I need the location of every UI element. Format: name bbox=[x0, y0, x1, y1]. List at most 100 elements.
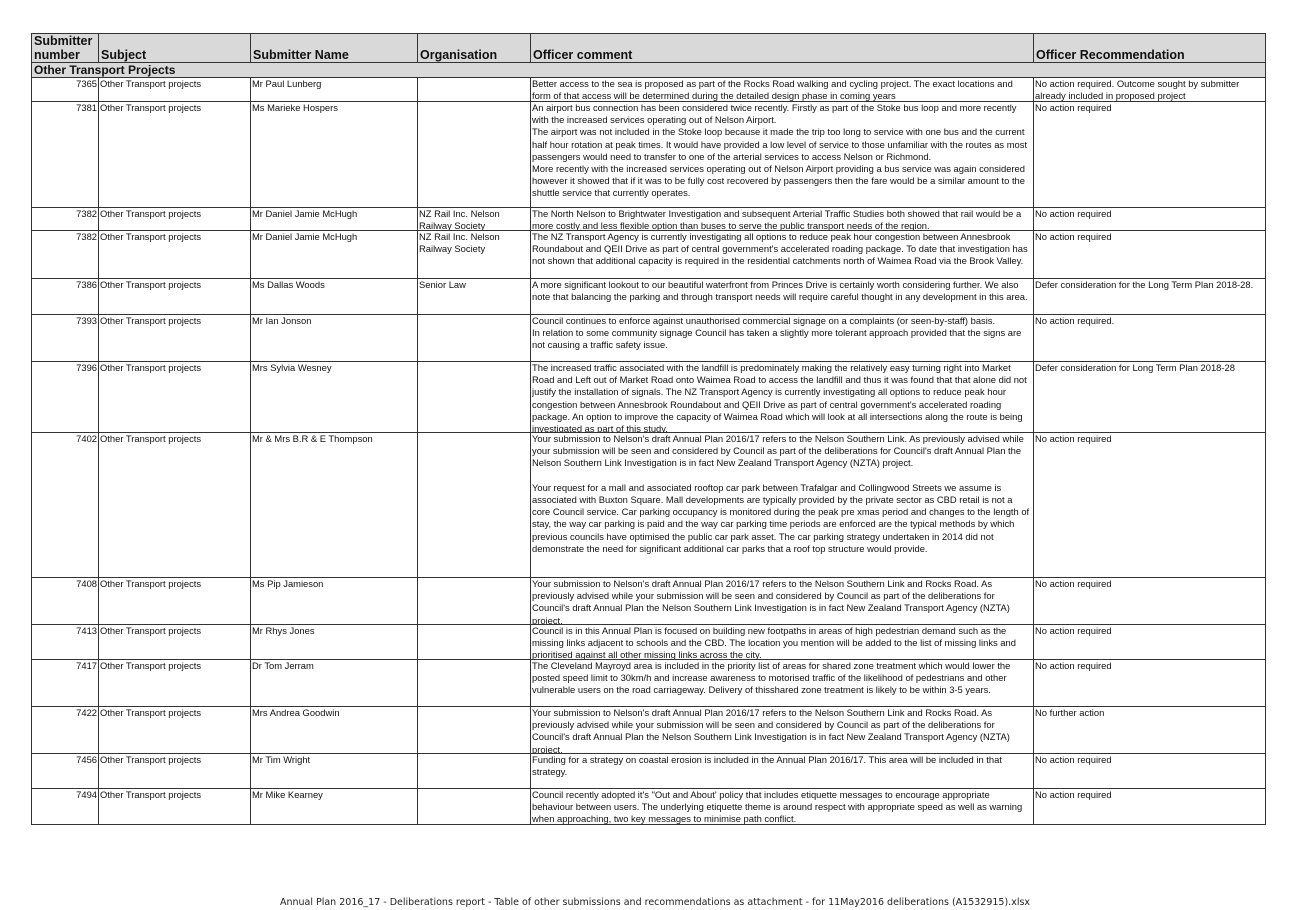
submitter-name-cell[interactable]: Mrs Sylvia Wesney bbox=[250, 361, 418, 433]
organisation-cell[interactable] bbox=[417, 753, 531, 789]
submitter-number-cell[interactable]: 7402 bbox=[31, 432, 99, 578]
officer-comment-cell[interactable]: Your submission to Nelson's draft Annual… bbox=[530, 432, 1034, 578]
submitter-name-cell[interactable]: Ms Pip Jamieson bbox=[250, 577, 418, 625]
subject-cell[interactable]: Other Transport projects bbox=[98, 659, 251, 707]
officer-comment-cell[interactable]: The increased traffic associated with th… bbox=[530, 361, 1034, 433]
submitter-name-cell[interactable]: Mrs Andrea Goodwin bbox=[250, 706, 418, 754]
officer-comment-cell[interactable]: The Cleveland Mayroyd area is included i… bbox=[530, 659, 1034, 707]
submitter-name-cell[interactable]: Mr Tim Wright bbox=[250, 753, 418, 789]
officer-comment-cell[interactable]: Your submission to Nelson's draft Annual… bbox=[530, 577, 1034, 625]
organisation-cell[interactable]: NZ Rail Inc. Nelson Railway Society bbox=[417, 230, 531, 279]
officer-comment-cell[interactable]: Council recently adopted it's "Out and A… bbox=[530, 788, 1034, 825]
officer-recommendation-cell[interactable]: No action required bbox=[1033, 230, 1266, 279]
organisation-cell[interactable] bbox=[417, 101, 531, 208]
officer-recommendation-cell[interactable]: No further action bbox=[1033, 706, 1266, 754]
officer-comment-cell[interactable]: Council continues to enforce against una… bbox=[530, 314, 1034, 362]
subject-cell[interactable]: Other Transport projects bbox=[98, 77, 251, 102]
submitter-number-cell[interactable]: 7456 bbox=[31, 753, 99, 789]
header-submitter-number: Submitter number bbox=[31, 33, 99, 63]
subject-cell[interactable]: Other Transport projects bbox=[98, 432, 251, 578]
subject-cell[interactable]: Other Transport projects bbox=[98, 706, 251, 754]
submitter-number-cell[interactable]: 7417 bbox=[31, 659, 99, 707]
organisation-cell[interactable] bbox=[417, 706, 531, 754]
submitter-name-cell[interactable]: Dr Tom Jerram bbox=[250, 659, 418, 707]
table-row: 7381 Other Transport projects Ms Marieke H… bbox=[31, 101, 1266, 208]
organisation-cell[interactable] bbox=[417, 361, 531, 433]
table-row: 7494 Other Transport projects Mr Mike Kear… bbox=[31, 788, 1266, 825]
submitter-name-cell[interactable]: Mr Ian Jonson bbox=[250, 314, 418, 362]
organisation-cell[interactable] bbox=[417, 314, 531, 362]
table-row: 7365 Other Transport projects Mr Paul Lunb… bbox=[31, 77, 1266, 102]
organisation-cell[interactable] bbox=[417, 788, 531, 825]
header-officer-comment: Officer comment bbox=[530, 33, 1034, 63]
header-subject: Subject bbox=[98, 33, 251, 63]
organisation-cell[interactable]: Senior Law bbox=[417, 278, 531, 315]
subject-cell[interactable]: Other Transport projects bbox=[98, 278, 251, 315]
submitter-number-cell[interactable]: 7413 bbox=[31, 624, 99, 660]
submitter-number-cell[interactable]: 7386 bbox=[31, 278, 99, 315]
subject-cell[interactable]: Other Transport projects bbox=[98, 577, 251, 625]
submitter-name-cell[interactable]: Mr Daniel Jamie McHugh bbox=[250, 230, 418, 279]
submitter-number-cell[interactable]: 7365 bbox=[31, 77, 99, 102]
officer-recommendation-cell[interactable]: No action required bbox=[1033, 207, 1266, 231]
submitter-name-cell[interactable]: Mr & Mrs B.R & E Thompson bbox=[250, 432, 418, 578]
submitter-number-cell[interactable]: 7381 bbox=[31, 101, 99, 208]
submitter-name-cell[interactable]: Mr Mike Kearney bbox=[250, 788, 418, 825]
submitter-number-cell[interactable]: 7396 bbox=[31, 361, 99, 433]
officer-recommendation-cell[interactable]: Defer consideration for the Long Term Pl… bbox=[1033, 278, 1266, 315]
header-officer-recommendation: Officer Recommendation bbox=[1033, 33, 1266, 63]
section-row: Other Transport Projects bbox=[31, 62, 1266, 78]
organisation-cell[interactable] bbox=[417, 577, 531, 625]
subject-cell[interactable]: Other Transport projects bbox=[98, 314, 251, 362]
subject-cell[interactable]: Other Transport projects bbox=[98, 207, 251, 231]
officer-comment-cell[interactable]: Funding for a strategy on coastal erosio… bbox=[530, 753, 1034, 789]
officer-recommendation-cell[interactable]: No action required bbox=[1033, 788, 1266, 825]
officer-recommendation-cell[interactable]: Defer consideration for Long Term Plan 2… bbox=[1033, 361, 1266, 433]
submitter-number-cell[interactable]: 7422 bbox=[31, 706, 99, 754]
table-row: 7393 Other Transport projects Mr Ian Jonso… bbox=[31, 314, 1266, 362]
organisation-cell[interactable] bbox=[417, 432, 531, 578]
submitter-name-cell[interactable]: Mr Rhys Jones bbox=[250, 624, 418, 660]
officer-comment-cell[interactable]: Your submission to Nelson's draft Annual… bbox=[530, 706, 1034, 754]
subject-cell[interactable]: Other Transport projects bbox=[98, 788, 251, 825]
subject-cell[interactable]: Other Transport projects bbox=[98, 101, 251, 208]
officer-comment-cell[interactable]: An airport bus connection has been consi… bbox=[530, 101, 1034, 208]
submitter-number-cell[interactable]: 7382 bbox=[31, 207, 99, 231]
submitter-name-cell[interactable]: Ms Dallas Woods bbox=[250, 278, 418, 315]
officer-comment-cell[interactable]: Council is in this Annual Plan is focuse… bbox=[530, 624, 1034, 660]
officer-recommendation-cell[interactable]: No action required bbox=[1033, 101, 1266, 208]
submitter-number-cell[interactable]: 7382 bbox=[31, 230, 99, 279]
header-submitter-name: Submitter Name bbox=[250, 33, 418, 63]
officer-recommendation-cell[interactable]: No action required bbox=[1033, 432, 1266, 578]
page-footer: Annual Plan 2016_17 - Deliberations repo… bbox=[279, 897, 1031, 908]
officer-recommendation-cell[interactable]: No action required bbox=[1033, 577, 1266, 625]
table-row: 7422 Other Transport projects Mrs Andrea G… bbox=[31, 706, 1266, 754]
officer-comment-cell[interactable]: Better access to the sea is proposed as … bbox=[530, 77, 1034, 102]
officer-recommendation-cell[interactable]: No action required bbox=[1033, 659, 1266, 707]
submitter-name-cell[interactable]: Ms Marieke Hospers bbox=[250, 101, 418, 208]
subject-cell[interactable]: Other Transport projects bbox=[98, 361, 251, 433]
submitter-name-cell[interactable]: Mr Daniel Jamie McHugh bbox=[250, 207, 418, 231]
officer-recommendation-cell[interactable]: No action required. Outcome sought by su… bbox=[1033, 77, 1266, 102]
subject-cell[interactable]: Other Transport projects bbox=[98, 230, 251, 279]
organisation-cell[interactable] bbox=[417, 659, 531, 707]
table-row: 7396 Other Transport projects Mrs Sylvia W… bbox=[31, 361, 1266, 433]
submitter-name-cell[interactable]: Mr Paul Lunberg bbox=[250, 77, 418, 102]
organisation-cell[interactable] bbox=[417, 77, 531, 102]
submitter-number-cell[interactable]: 7393 bbox=[31, 314, 99, 362]
subject-cell[interactable]: Other Transport projects bbox=[98, 624, 251, 660]
subject-cell[interactable]: Other Transport projects bbox=[98, 753, 251, 789]
submitter-number-cell[interactable]: 7494 bbox=[31, 788, 99, 825]
submitter-number-cell[interactable]: 7408 bbox=[31, 577, 99, 625]
officer-comment-cell[interactable]: The NZ Transport Agency is currently inv… bbox=[530, 230, 1034, 279]
officer-recommendation-cell[interactable]: No action required. bbox=[1033, 314, 1266, 362]
officer-comment-cell[interactable]: The North Nelson to Brightwater Investig… bbox=[530, 207, 1034, 231]
table-row: 7386 Other Transport projects Ms Dallas Wo… bbox=[31, 278, 1266, 315]
officer-recommendation-cell[interactable]: No action required bbox=[1033, 753, 1266, 789]
officer-recommendation-cell[interactable]: No action required bbox=[1033, 624, 1266, 660]
organisation-cell[interactable] bbox=[417, 624, 531, 660]
officer-comment-cell[interactable]: A more significant lookout to our beauti… bbox=[530, 278, 1034, 315]
organisation-cell[interactable]: NZ Rail Inc. Nelson Railway Society bbox=[417, 207, 531, 231]
submissions-table: Submitter number Subject Submitter Name … bbox=[31, 33, 1266, 825]
table-row: 7382 Other Transport projects Mr Daniel Ja… bbox=[31, 230, 1266, 279]
